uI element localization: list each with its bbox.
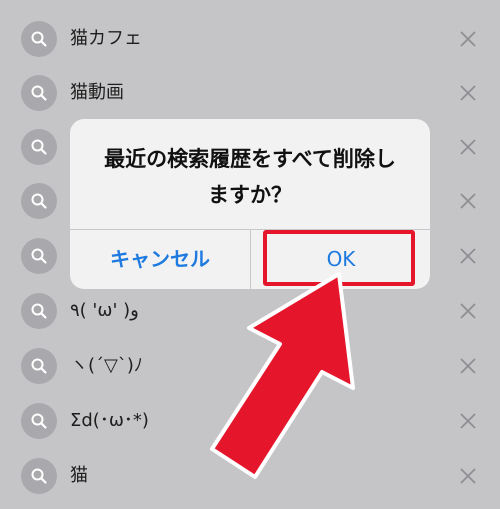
red-arrow-icon	[210, 272, 355, 479]
